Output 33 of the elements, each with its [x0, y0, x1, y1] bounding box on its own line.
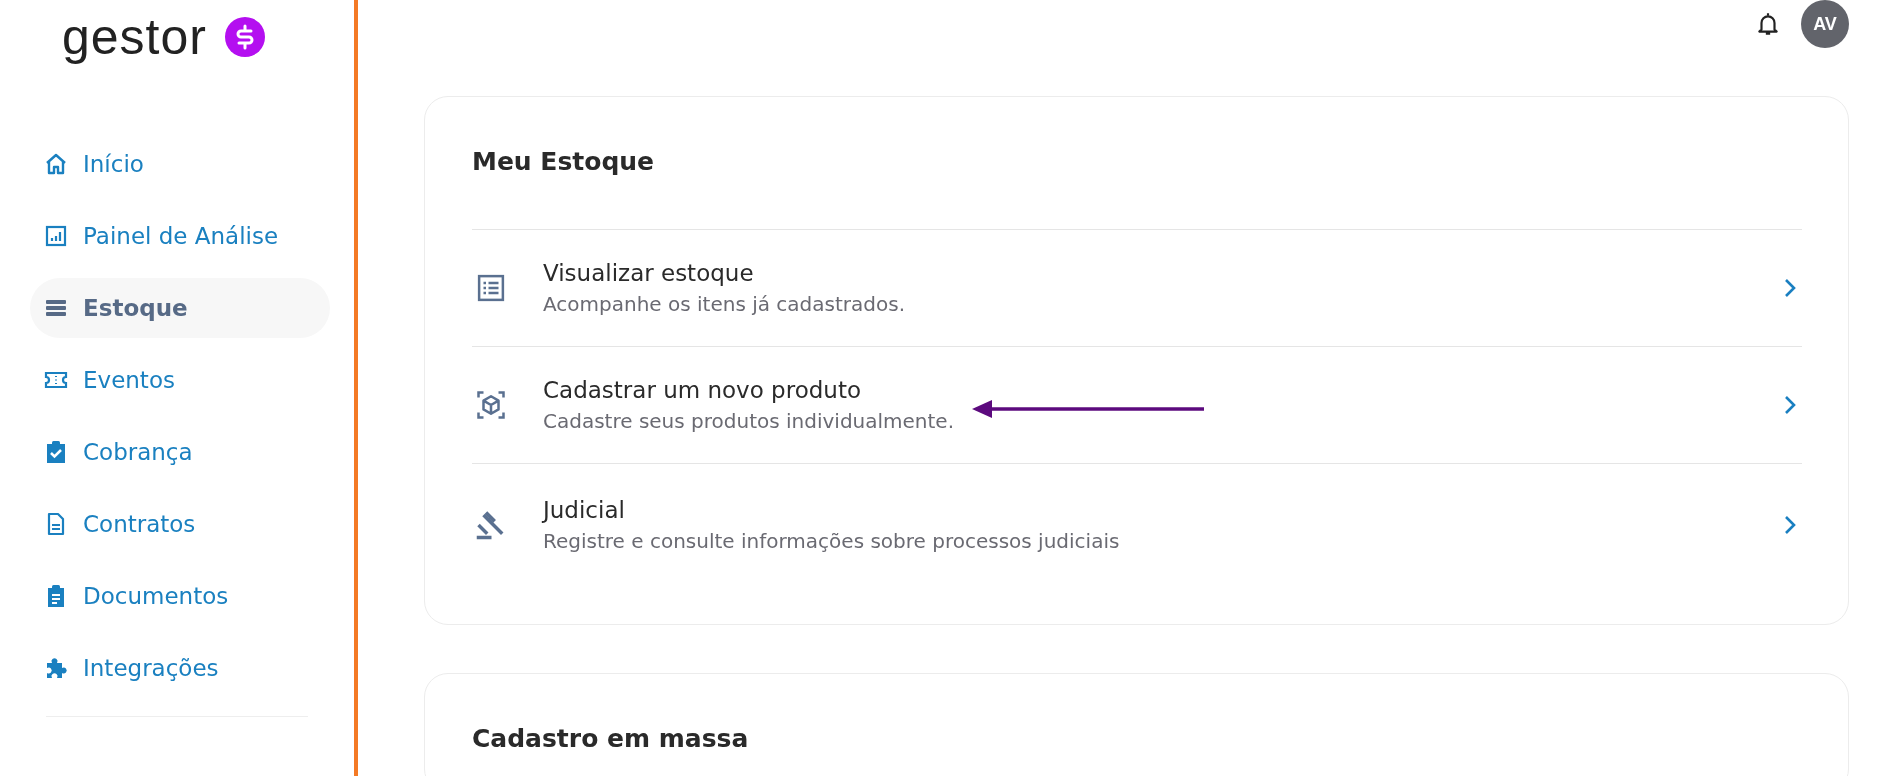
gavel-icon — [476, 510, 506, 540]
home-icon — [44, 152, 68, 176]
clipboard-check-icon — [44, 440, 68, 464]
nav-item[interactable]: Contratos — [30, 494, 330, 554]
nav-item[interactable]: Início — [30, 134, 330, 194]
row-title: Visualizar estoque — [543, 260, 755, 286]
nav-item[interactable]: Estoque — [30, 278, 330, 338]
chevron-right-icon — [1784, 515, 1796, 535]
row-title: Judicial — [543, 497, 626, 523]
nav-item[interactable]: Eventos — [30, 350, 330, 410]
chart-icon — [44, 224, 68, 248]
card-title: Meu Estoque — [472, 147, 656, 177]
logo-text: gestor — [62, 12, 207, 62]
menu-row[interactable]: Cadastrar um novo produto Cadastre seus produtos individualmente. — [472, 347, 1802, 464]
menu-row[interactable]: Visualizar estoque Acompanhe os itens já cadastrados. — [472, 230, 1802, 347]
row-title: Cadastrar um novo produto — [543, 377, 862, 403]
row-description: Cadastre seus produtos individualmente. — [543, 409, 956, 433]
row-description: Acompanhe os itens já cadastrados. — [543, 292, 906, 316]
cube-icon — [476, 390, 506, 420]
nav-item[interactable]: Cobrança — [30, 422, 330, 482]
list-icon — [476, 273, 506, 303]
avatar[interactable]: AV — [1801, 0, 1849, 48]
bell-icon[interactable] — [1755, 10, 1781, 38]
nav-item[interactable]: Painel de Análise — [30, 206, 330, 266]
card-title: Cadastro em massa — [472, 724, 750, 754]
dollar-icon — [224, 17, 265, 57]
chevron-right-icon — [1784, 395, 1796, 415]
menu-row[interactable]: Judicial Registre e consulte informações sobre processos judiciais — [472, 464, 1802, 586]
nav-item[interactable]: Documentos — [30, 566, 330, 626]
chevron-right-icon — [1784, 278, 1796, 298]
puzzle-icon — [44, 656, 68, 680]
nav-item[interactable]: Integrações — [30, 638, 330, 698]
row-description: Registre e consulte informações sobre processos judiciais — [543, 529, 1121, 553]
